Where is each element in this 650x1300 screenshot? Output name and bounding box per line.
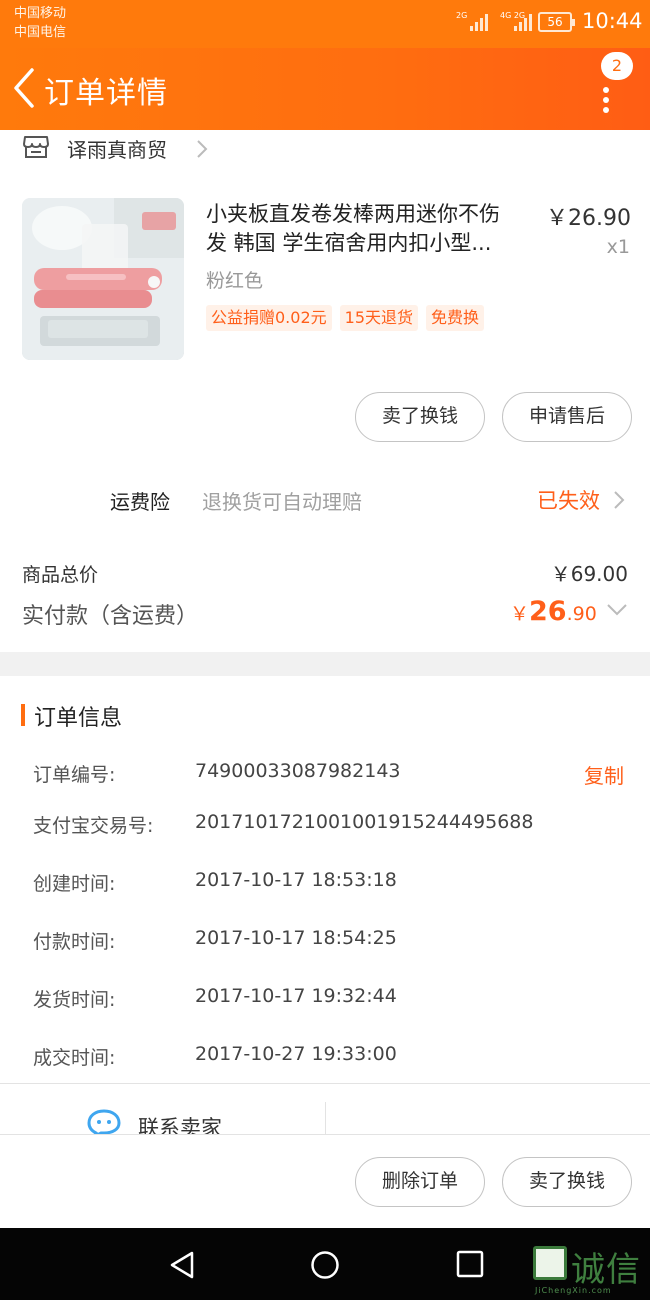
info-value: 2017-10-17 18:53:18 <box>195 869 397 891</box>
back-arrow-icon[interactable] <box>8 66 40 110</box>
total-price-value: ￥69.00 <box>550 562 628 586</box>
paid-amount-value: ￥26.90 <box>510 596 597 627</box>
info-key: 创建时间: <box>33 873 116 895</box>
product-image <box>22 198 184 360</box>
chevron-down-icon[interactable] <box>605 602 629 618</box>
header-bar: 订单详情 2 <box>0 48 650 130</box>
signal-2-icon: 4G 2G <box>500 11 532 31</box>
info-row-shipping-time: 发货时间: 2017-10-17 19:32:44 <box>0 985 650 1019</box>
watermark: 诚信 JiChengXin.com <box>531 1242 650 1300</box>
battery-icon: 56 <box>538 12 575 32</box>
info-row-alipay-trade-number: 支付宝交易号: 2017101721001001915244495688 <box>0 811 650 845</box>
clock: 10:44 <box>582 9 643 33</box>
carrier-2: 中国电信 <box>14 25 67 40</box>
order-info-title: 订单信息 <box>34 706 123 731</box>
info-row-payment-time: 付款时间: 2017-10-17 18:54:25 <box>0 927 650 961</box>
product-title-line-2: 发 韩国 学生宿舍用内扣小型... <box>206 231 492 255</box>
section-accent-bar <box>21 704 25 726</box>
nav-recent-apps-icon[interactable] <box>456 1250 484 1278</box>
info-row-order-number: 订单编号: 74900033087982143 复制 <box>0 760 650 794</box>
status-bar: 中国移动 中国电信 2G 4G 2G 56 10:44 <box>0 0 650 48</box>
paid-currency: ￥ <box>510 603 530 625</box>
watermark-text: 诚信 <box>571 1250 641 1290</box>
copy-button[interactable]: 复制 <box>584 760 624 789</box>
paid-decimal: .90 <box>566 603 597 625</box>
section-divider <box>0 652 650 676</box>
tag-return: 15天退货 <box>339 305 419 331</box>
bottom-action-bar: 删除订单 卖了换钱 <box>0 1134 650 1228</box>
more-menu-icon[interactable] <box>596 86 616 116</box>
insurance-label: 运费险 <box>110 490 170 514</box>
product-title-line-1: 小夹板直发卷发棒两用迷你不伤 <box>206 202 500 226</box>
shipping-insurance-row[interactable]: 运费险 退换货可自动理赔 已失效 <box>0 478 650 522</box>
notification-badge: 2 <box>601 52 633 80</box>
watermark-subtext: JiChengXin.com <box>535 1286 612 1295</box>
insurance-status: 已失效 <box>537 489 600 513</box>
shop-icon <box>23 136 49 158</box>
battery-level: 56 <box>547 15 563 29</box>
product-tags: 公益捐赠0.02元 15天退货 免费换 <box>206 305 485 331</box>
divider <box>0 1083 650 1084</box>
info-key: 成交时间: <box>33 1047 116 1069</box>
nav-back-icon[interactable] <box>168 1250 196 1280</box>
carrier-1: 中国移动 <box>14 6 67 21</box>
paid-amount-label: 实付款（含运费） <box>22 604 199 629</box>
request-aftersale-button[interactable]: 申请售后 <box>502 392 632 442</box>
chevron-right-icon <box>614 491 625 509</box>
info-key: 付款时间: <box>33 931 116 953</box>
shop-name[interactable]: 译雨真商贸 <box>67 134 167 163</box>
info-value: 2017-10-17 19:32:44 <box>195 985 397 1007</box>
delete-order-button[interactable]: 删除订单 <box>355 1157 485 1207</box>
signal-1-label: 2G <box>456 11 468 20</box>
vertical-divider <box>325 1102 326 1134</box>
product-sku: 粉红色 <box>206 270 264 292</box>
sell-for-cash-bottom-button[interactable]: 卖了换钱 <box>502 1157 632 1207</box>
chat-bubble-icon[interactable] <box>86 1108 122 1136</box>
page-title: 订单详情 <box>44 76 168 111</box>
tag-charity: 公益捐赠0.02元 <box>206 305 332 331</box>
signal-1-icon: 2G <box>456 11 488 31</box>
product-title[interactable]: 小夹板直发卷发棒两用迷你不伤 发 韩国 学生宿舍用内扣小型... <box>206 200 540 258</box>
system-navigation-bar: 诚信 JiChengXin.com <box>0 1228 650 1300</box>
info-row-created-time: 创建时间: 2017-10-17 18:53:18 <box>0 869 650 903</box>
tag-free-exchange: 免费换 <box>426 305 485 331</box>
info-value: 2017-10-27 19:33:00 <box>195 1043 397 1065</box>
info-value: 74900033087982143 <box>195 760 401 782</box>
info-row-deal-time: 成交时间: 2017-10-27 19:33:00 <box>0 1043 650 1077</box>
signal-2-label: 4G 2G <box>500 11 526 20</box>
sell-for-cash-button[interactable]: 卖了换钱 <box>355 392 485 442</box>
carrier-names: 中国移动 中国电信 <box>14 4 66 42</box>
chevron-right-icon <box>197 140 208 158</box>
product-quantity: x1 <box>606 236 630 258</box>
insurance-description: 退换货可自动理赔 <box>202 490 362 514</box>
product-thumbnail[interactable] <box>22 198 184 360</box>
info-value: 2017101721001001915244495688 <box>195 811 534 833</box>
shop-row[interactable]: 译雨真商贸 <box>0 130 650 170</box>
watermark-logo-icon <box>533 1246 567 1280</box>
info-key: 发货时间: <box>33 989 116 1011</box>
info-key: 订单编号: <box>33 764 116 786</box>
nav-home-icon[interactable] <box>310 1250 340 1280</box>
product-price: ￥26.90 <box>546 206 631 231</box>
paid-integer: 26 <box>529 596 567 627</box>
info-value: 2017-10-17 18:54:25 <box>195 927 397 949</box>
total-price-label: 商品总价 <box>22 564 99 586</box>
info-key: 支付宝交易号: <box>33 815 154 837</box>
